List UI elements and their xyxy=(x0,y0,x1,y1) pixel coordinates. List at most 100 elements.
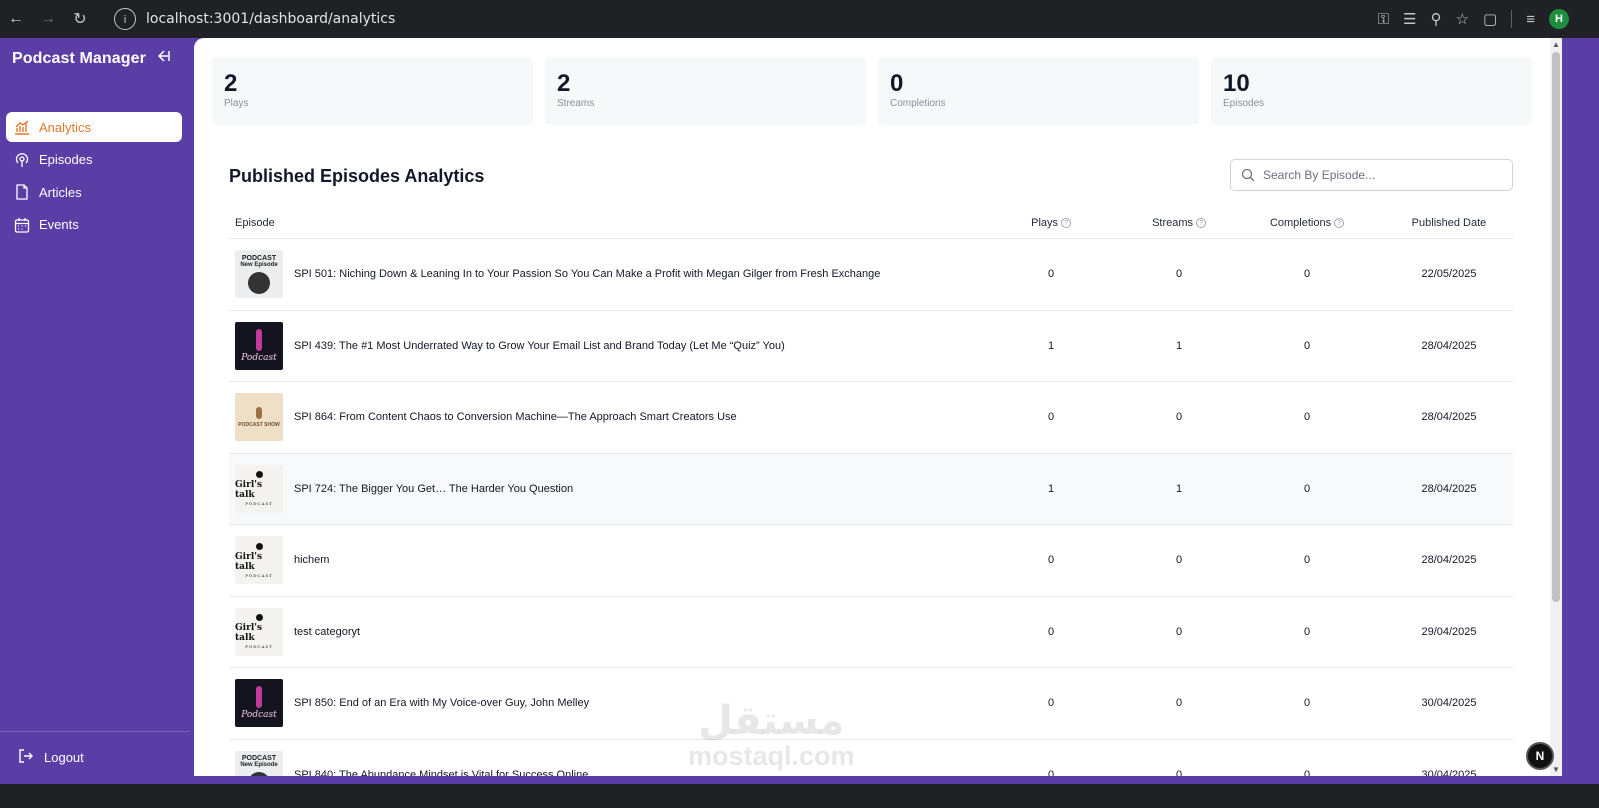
published-date-cell: 22/05/2025 xyxy=(1421,268,1477,281)
stat-label: Streams xyxy=(557,98,595,109)
translate-icon[interactable]: ☰ xyxy=(1403,10,1416,28)
sidebar-item-episodes[interactable]: Episodes xyxy=(6,145,182,175)
episode-title[interactable]: SPI 501: Niching Down & Leaning In to Yo… xyxy=(294,268,880,280)
episode-title[interactable]: SPI 724: The Bigger You Get… The Harder … xyxy=(294,483,573,495)
streams-cell: 0 xyxy=(1175,554,1183,567)
bookmark-star-icon[interactable]: ☆ xyxy=(1456,10,1469,28)
episode-cell: PODCAST New Episode SPI 501: Niching Down … xyxy=(229,250,987,299)
scroll-up-icon[interactable]: ▲ xyxy=(1552,40,1560,49)
streams-cell: 0 xyxy=(1175,625,1183,638)
help-icon[interactable]: ? xyxy=(1334,218,1345,228)
zoom-icon[interactable]: ⚲ xyxy=(1431,10,1442,28)
plays-cell: 0 xyxy=(1048,268,1055,281)
completions-cell: 0 xyxy=(1303,554,1311,567)
profile-avatar[interactable]: H xyxy=(1549,9,1569,29)
episodes-table: Episode Plays? Streams? Completions? Pub… xyxy=(229,208,1513,776)
episode-thumbnail: Girl's talk PODCAST xyxy=(235,536,283,585)
browser-toolbar: ← → ↻ i localhost:3001/dashboard/analyti… xyxy=(0,0,1599,38)
episode-title[interactable]: SPI 850: End of an Era with My Voice-ove… xyxy=(294,697,589,709)
site-info-icon[interactable]: i xyxy=(114,8,136,30)
extensions-icon[interactable]: ▢ xyxy=(1483,10,1497,28)
header-completions: Completions? xyxy=(1243,217,1371,229)
calendar-icon xyxy=(13,216,31,234)
sidebar-item-analytics[interactable]: Analytics xyxy=(6,112,182,142)
streams-cell: 1 xyxy=(1175,482,1183,495)
table-row[interactable]: Podcast SPI 850: End of an Era with My Vo… xyxy=(229,668,1513,740)
stat-card-streams: 2 Streams xyxy=(545,57,866,125)
thumb-text: Girl's talk xyxy=(235,480,263,501)
published-date-cell: 29/04/2025 xyxy=(1421,625,1477,638)
completions-cell: 0 xyxy=(1303,411,1311,424)
thumb-text: PODCAST xyxy=(245,644,273,650)
back-icon[interactable]: ← xyxy=(0,3,32,35)
reading-list-icon[interactable]: ≡ xyxy=(1526,11,1535,28)
episode-title[interactable]: SPI 864: From Content Chaos to Conversio… xyxy=(294,411,737,423)
thumb-text: Podcast xyxy=(241,352,277,363)
sidebar-item-articles[interactable]: Articles xyxy=(6,177,182,207)
reload-icon[interactable]: ↻ xyxy=(64,3,96,35)
url-text: localhost:3001/dashboard/analytics xyxy=(146,11,396,27)
stat-value: 0 xyxy=(890,70,904,97)
collapse-sidebar-icon[interactable] xyxy=(155,48,171,69)
chart-icon xyxy=(13,118,31,136)
microphone-icon xyxy=(256,686,262,709)
streams-cell: 0 xyxy=(1175,268,1183,281)
logo-dot-icon xyxy=(255,614,263,622)
sidebar-item-events[interactable]: Events xyxy=(6,210,182,240)
plays-cell: 0 xyxy=(1048,768,1055,776)
episode-thumbnail: PODCAST New Episode xyxy=(235,750,283,776)
scroll-down-icon[interactable]: ▼ xyxy=(1552,765,1560,774)
plays-cell: 0 xyxy=(1048,411,1055,424)
nextjs-badge[interactable]: N xyxy=(1526,742,1554,770)
completions-cell: 0 xyxy=(1303,339,1311,352)
header-episode: Episode xyxy=(235,217,275,229)
episode-title[interactable]: SPI 439: The #1 Most Underrated Way to G… xyxy=(294,340,785,352)
sidebar-item-label: Episodes xyxy=(39,152,93,167)
search-box[interactable] xyxy=(1230,159,1513,191)
table-row[interactable]: PODCAST New Episode SPI 840: The Abundance… xyxy=(229,740,1513,776)
published-date-cell: 30/04/2025 xyxy=(1421,768,1477,776)
episode-cell: Girl's talk PODCAST SPI 724: The Bigger Yo… xyxy=(229,464,987,513)
thumb-text: PODCAST xyxy=(245,501,273,507)
scrollbar-thumb[interactable] xyxy=(1552,52,1560,602)
table-row[interactable]: Podcast SPI 439: The #1 Most Underrated W… xyxy=(229,311,1513,382)
episode-thumbnail: Podcast xyxy=(235,679,283,728)
published-date-cell: 28/04/2025 xyxy=(1421,411,1477,424)
completions-cell: 0 xyxy=(1303,625,1311,638)
plays-cell: 0 xyxy=(1048,554,1055,567)
completions-cell: 0 xyxy=(1303,697,1311,710)
forward-icon[interactable]: → xyxy=(32,3,64,35)
table-body: PODCAST New Episode SPI 501: Niching Down … xyxy=(229,239,1513,776)
episode-title[interactable]: test categoryt xyxy=(294,626,360,638)
episode-cell: Girl's talk PODCAST hichem xyxy=(229,536,987,585)
episode-cell: Girl's talk PODCAST test categoryt xyxy=(229,607,987,656)
stat-value: 2 xyxy=(224,70,238,97)
logout-icon xyxy=(18,748,34,767)
toolbar-divider xyxy=(1511,10,1513,28)
stat-label: Completions xyxy=(890,98,946,109)
episode-title[interactable]: SPI 840: The Abundance Mindset is Vital … xyxy=(294,769,588,776)
stat-card-plays: 2 Plays xyxy=(212,57,533,125)
plays-cell: 1 xyxy=(1048,482,1055,495)
search-input[interactable] xyxy=(1263,168,1493,182)
table-row[interactable]: PODCAST New Episode SPI 501: Niching Down … xyxy=(229,239,1513,311)
logout-label: Logout xyxy=(44,750,84,765)
scrollbar[interactable]: ▲ ▼ xyxy=(1550,38,1562,776)
search-icon xyxy=(1241,168,1255,182)
table-row[interactable]: PODCAST SHOW SPI 864: From Content Chaos … xyxy=(229,382,1513,454)
table-row[interactable]: Girl's talk PODCAST test categoryt 0 0 0 29/04… xyxy=(229,597,1513,668)
header-completions-label: Completions xyxy=(1269,217,1332,229)
thumb-text: Girl's talk xyxy=(235,551,263,572)
table-row[interactable]: Girl's talk PODCAST SPI 724: The Bigger Yo… xyxy=(229,453,1513,525)
episode-thumbnail: Girl's talk PODCAST xyxy=(235,464,283,513)
key-icon[interactable]: ⚿ xyxy=(1378,11,1389,28)
plays-cell: 0 xyxy=(1048,697,1055,710)
address-bar[interactable]: i localhost:3001/dashboard/analytics xyxy=(108,5,1348,33)
table-row[interactable]: Girl's talk PODCAST hichem 0 0 0 28/04/2025 xyxy=(229,525,1513,597)
help-icon[interactable]: ? xyxy=(1196,218,1207,228)
episode-title[interactable]: hichem xyxy=(294,554,329,566)
help-icon[interactable]: ? xyxy=(1061,218,1072,228)
logout-button[interactable]: Logout xyxy=(18,748,84,767)
header-published-date: Published Date xyxy=(1411,217,1487,229)
completions-cell: 0 xyxy=(1303,482,1311,495)
